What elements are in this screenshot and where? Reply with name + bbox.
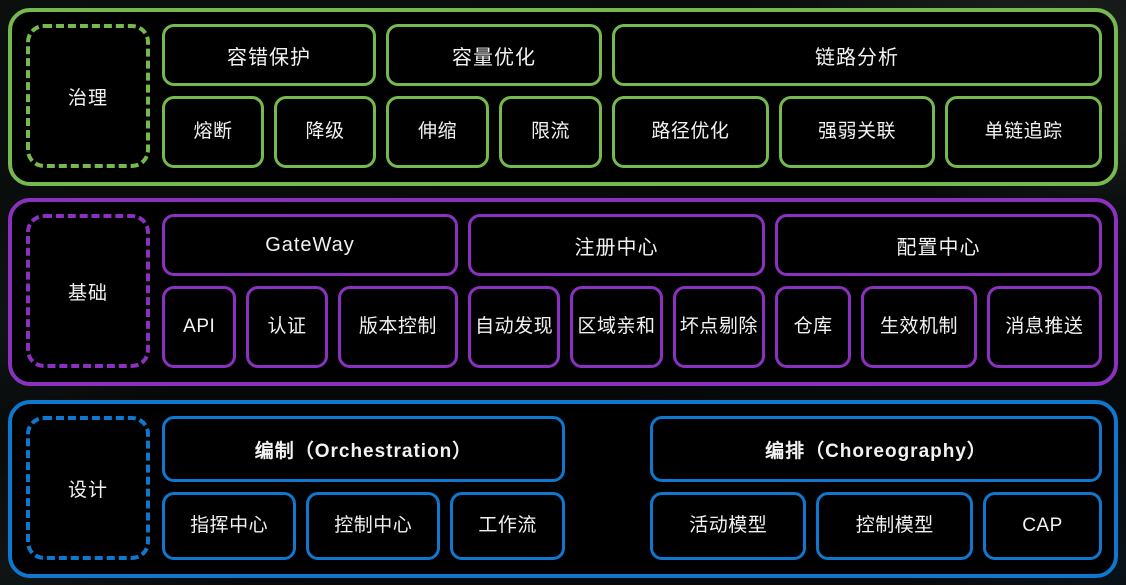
group-items-choreography: 活动模型 控制模型 CAP bbox=[650, 492, 1103, 560]
group-head-config-center[interactable]: 配置中心 bbox=[775, 214, 1102, 276]
band-governance: 治理 容错保护 熔断 降级 容量优化 伸缩 限流 链路分析 路径优化 强弱关联 … bbox=[8, 8, 1118, 186]
group-head-choreography[interactable]: 编排（Choreography） bbox=[650, 416, 1102, 482]
item-dependency-strength[interactable]: 强弱关联 bbox=[778, 96, 936, 168]
group-items-trace-analysis: 路径优化 强弱关联 单链追踪 bbox=[612, 96, 1103, 168]
band-foundation: 基础 GateWay API 认证 版本 控制 注册中心 自动 发现 区域 亲和 坏点… bbox=[8, 198, 1118, 386]
item-effect-mechanism[interactable]: 生效 机制 bbox=[861, 286, 977, 368]
group-items-registry-center: 自动 发现 区域 亲和 坏点 剔除 bbox=[468, 286, 765, 368]
group-config-center: 配置中心 仓库 生效 机制 消息 推送 bbox=[775, 214, 1103, 368]
diagram-canvas: 治理 容错保护 熔断 降级 容量优化 伸缩 限流 链路分析 路径优化 强弱关联 … bbox=[0, 0, 1126, 585]
item-version-control[interactable]: 版本 控制 bbox=[337, 286, 459, 368]
item-activity-model[interactable]: 活动模型 bbox=[650, 492, 807, 560]
design-group-spacer bbox=[565, 416, 650, 560]
item-cap[interactable]: CAP bbox=[982, 492, 1103, 560]
group-items-config-center: 仓库 生效 机制 消息 推送 bbox=[775, 286, 1103, 368]
group-trace-analysis: 链路分析 路径优化 强弱关联 单链追踪 bbox=[612, 24, 1103, 168]
group-items-orchestration: 指挥中心 控制中心 工作流 bbox=[162, 492, 566, 560]
item-scaling[interactable]: 伸缩 bbox=[386, 96, 489, 168]
item-circuit-breaker[interactable]: 熔断 bbox=[162, 96, 264, 168]
band-design: 设计 编制（Orchestration） 指挥中心 控制中心 工作流 编排（Ch… bbox=[8, 400, 1118, 578]
item-bad-node-eviction[interactable]: 坏点 剔除 bbox=[672, 286, 765, 368]
group-gateway: GateWay API 认证 版本 控制 bbox=[162, 214, 459, 368]
item-degradation[interactable]: 降级 bbox=[274, 96, 376, 168]
item-command-center[interactable]: 指挥中心 bbox=[162, 492, 297, 560]
group-registry-center: 注册中心 自动 发现 区域 亲和 坏点 剔除 bbox=[468, 214, 765, 368]
group-orchestration: 编制（Orchestration） 指挥中心 控制中心 工作流 bbox=[162, 416, 566, 560]
item-control-model[interactable]: 控制模型 bbox=[816, 492, 973, 560]
item-control-center[interactable]: 控制中心 bbox=[306, 492, 441, 560]
foundation-groups: GateWay API 认证 版本 控制 注册中心 自动 发现 区域 亲和 坏点 剔除 … bbox=[162, 202, 1114, 382]
group-head-capacity-optimization[interactable]: 容量优化 bbox=[386, 24, 602, 86]
group-fault-tolerance: 容错保护 熔断 降级 bbox=[162, 24, 376, 168]
band-label-foundation: 基础 bbox=[26, 214, 150, 368]
item-rate-limiting[interactable]: 限流 bbox=[499, 96, 602, 168]
group-capacity-optimization: 容量优化 伸缩 限流 bbox=[386, 24, 602, 168]
item-single-chain-tracing[interactable]: 单链追踪 bbox=[945, 96, 1103, 168]
band-label-governance: 治理 bbox=[26, 24, 150, 168]
design-groups: 编制（Orchestration） 指挥中心 控制中心 工作流 编排（Chore… bbox=[162, 404, 1114, 574]
group-items-fault-tolerance: 熔断 降级 bbox=[162, 96, 376, 168]
item-workflow[interactable]: 工作流 bbox=[450, 492, 566, 560]
governance-groups: 容错保护 熔断 降级 容量优化 伸缩 限流 链路分析 路径优化 强弱关联 单链追… bbox=[162, 12, 1114, 182]
group-items-capacity-optimization: 伸缩 限流 bbox=[386, 96, 602, 168]
group-items-gateway: API 认证 版本 控制 bbox=[162, 286, 459, 368]
group-choreography: 编排（Choreography） 活动模型 控制模型 CAP bbox=[650, 416, 1103, 560]
item-authentication[interactable]: 认证 bbox=[246, 286, 328, 368]
item-message-push[interactable]: 消息 推送 bbox=[986, 286, 1103, 368]
band-label-design: 设计 bbox=[26, 416, 150, 560]
item-path-optimization[interactable]: 路径优化 bbox=[612, 96, 769, 168]
item-auto-discovery[interactable]: 自动 发现 bbox=[468, 286, 561, 368]
group-head-orchestration[interactable]: 编制（Orchestration） bbox=[162, 416, 565, 482]
item-repository[interactable]: 仓库 bbox=[775, 286, 852, 368]
item-api[interactable]: API bbox=[162, 286, 237, 368]
group-head-fault-tolerance[interactable]: 容错保护 bbox=[162, 24, 376, 86]
group-head-gateway[interactable]: GateWay bbox=[162, 214, 458, 276]
item-zone-affinity[interactable]: 区域 亲和 bbox=[570, 286, 663, 368]
group-head-registry-center[interactable]: 注册中心 bbox=[468, 214, 765, 276]
group-head-trace-analysis[interactable]: 链路分析 bbox=[612, 24, 1102, 86]
